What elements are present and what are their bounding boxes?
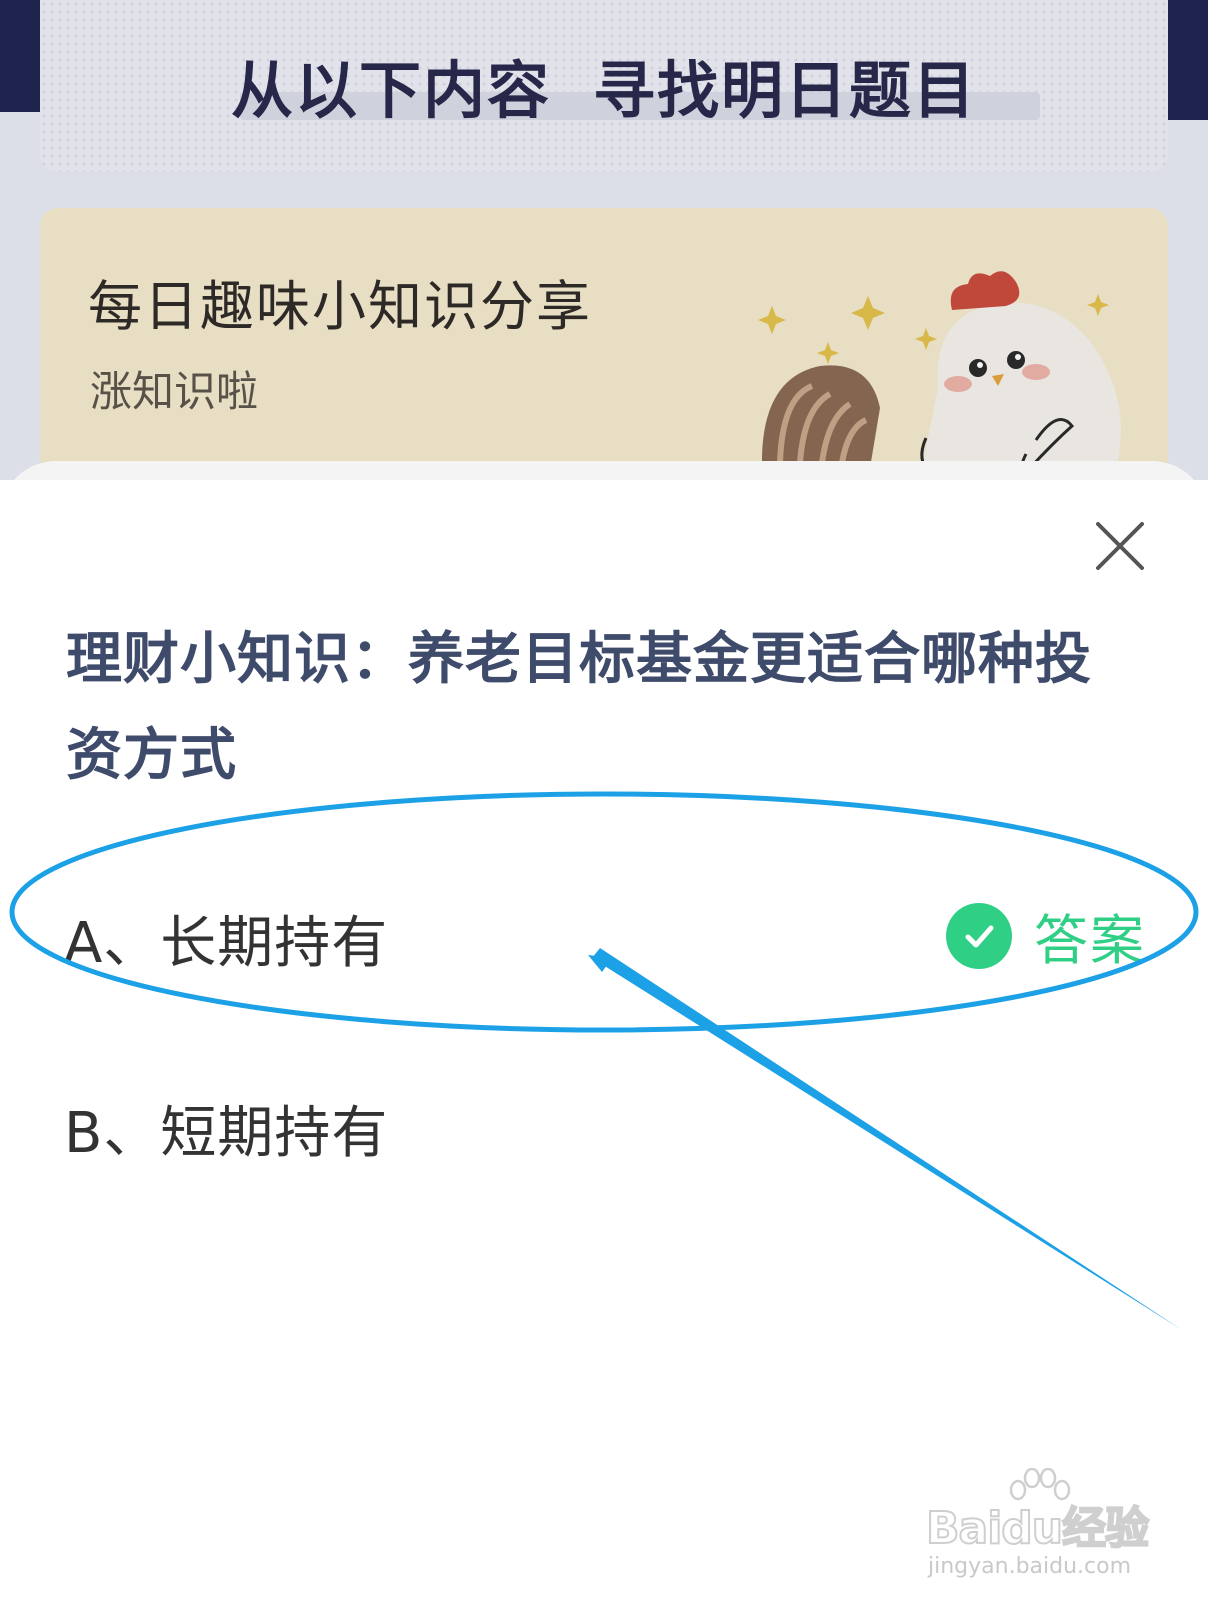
watermark-url: jingyan.baidu.com (928, 1554, 1132, 1579)
header-title: 从以下内容 寻找明日题目 (40, 40, 1168, 130)
answer-badge: 答案 (946, 896, 1146, 975)
daily-tip-title: 每日趣味小知识分享 (88, 275, 592, 338)
close-button[interactable] (1092, 518, 1148, 574)
option-a[interactable]: A、长期持有 (64, 898, 388, 979)
chicken-mascot-icon (758, 271, 1121, 480)
check-circle-icon (946, 902, 1012, 969)
background-page: 从以下内容 寻找明日题目 每日趣味小知识分享 涨知识啦 (0, 0, 1208, 480)
baidu-watermark: Baidu经验 jingyan.baidu.com (925, 1468, 1186, 1588)
header-banner: 从以下内容 寻找明日题目 (40, 0, 1168, 172)
watermark-brand: Baidu经验 (925, 1502, 1150, 1555)
answer-label: 答案 (1034, 909, 1146, 972)
question-text: 理财小知识：养老目标基金更适合哪种投资方式 (66, 627, 1092, 788)
daily-tip-card[interactable]: 每日趣味小知识分享 涨知识啦 (40, 208, 1168, 480)
daily-tip-subtitle: 涨知识啦 (90, 367, 259, 416)
header-corner-left (0, 0, 44, 112)
header-title-part2: 寻找明日题目 (593, 54, 978, 127)
close-icon (1096, 522, 1144, 570)
option-b[interactable]: B、短期持有 (64, 1088, 388, 1169)
header-title-part1: 从以下内容 (230, 54, 551, 127)
header-corner-right (1164, 0, 1208, 120)
